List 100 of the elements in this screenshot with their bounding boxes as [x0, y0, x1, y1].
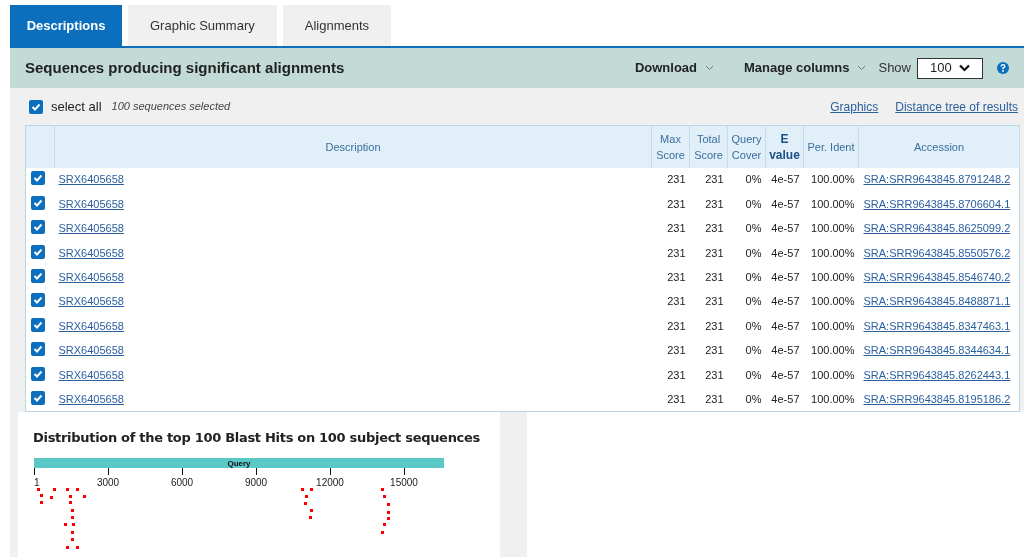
- table-cell: 0%: [745, 246, 762, 259]
- column-header[interactable]: Per. Ident: [803, 125, 859, 168]
- table-cell: 231: [667, 368, 686, 381]
- table-cell: 4e-57: [771, 295, 800, 308]
- chevron-icon: [705, 65, 714, 71]
- table-cell: 4e-57: [771, 197, 800, 210]
- table-cell: 0%: [745, 222, 762, 235]
- description-link[interactable]: SRX6405658: [58, 222, 124, 235]
- accession-link[interactable]: SRA:SRR9643845.8706604.1: [863, 197, 1011, 210]
- table-cell: 100.00%: [811, 246, 855, 259]
- table-cell: 231: [705, 319, 724, 332]
- table-cell: 100.00%: [811, 368, 855, 381]
- download-menu[interactable]: Download: [634, 58, 714, 78]
- table-cell: 231: [705, 295, 724, 308]
- table-cell: 0%: [745, 319, 762, 332]
- table-cell: 100.00%: [811, 392, 855, 405]
- row-checkbox[interactable]: [31, 342, 45, 357]
- select-all-label: select all: [51, 97, 102, 116]
- table-cell: 4e-57: [771, 222, 800, 235]
- accession-link[interactable]: SRA:SRR9643845.8262443.1: [863, 368, 1011, 381]
- axis-label: 6000: [170, 475, 194, 490]
- accession-link[interactable]: SRA:SRR9643845.8488871.1: [863, 295, 1011, 308]
- axis-tick: [256, 467, 257, 475]
- accession-link[interactable]: SRA:SRR9643845.8546740.2: [863, 271, 1011, 283]
- table-cell: 100.00%: [811, 222, 855, 235]
- table-cell: 4e-57: [771, 368, 800, 381]
- table-cell: 231: [705, 197, 724, 210]
- accession-link[interactable]: SRA:SRR9643845.8344634.1: [863, 344, 1011, 357]
- table-cell: 100.00%: [811, 319, 855, 332]
- distribution-title: Distribution of the top 100 Blast Hits on 100 subject sequences: [33, 429, 481, 447]
- row-checkbox[interactable]: [31, 293, 45, 308]
- axis-tick: [108, 467, 109, 475]
- table-cell: 231: [667, 344, 686, 357]
- column-header[interactable]: Max Score: [651, 125, 690, 168]
- description-link[interactable]: SRX6405658: [58, 295, 124, 308]
- table-cell: 231: [705, 246, 724, 259]
- table-cell: 100.00%: [811, 173, 855, 186]
- table-cell: 231: [667, 246, 686, 259]
- row-checkbox[interactable]: [31, 269, 45, 283]
- column-header[interactable]: Query Cover: [727, 125, 766, 168]
- table-cell: 4e-57: [771, 246, 800, 259]
- tab[interactable]: Descriptions: [10, 5, 122, 46]
- row-checkbox[interactable]: [31, 317, 45, 332]
- row-checkbox[interactable]: [31, 171, 45, 186]
- accession-link[interactable]: SRA:SRR9643845.8550576.2: [863, 246, 1011, 259]
- row-checkbox[interactable]: [31, 195, 45, 210]
- show-select[interactable]: 100: [917, 57, 983, 79]
- table-cell: 231: [705, 392, 724, 405]
- row-checkbox[interactable]: [31, 220, 45, 235]
- row-checkbox[interactable]: [31, 366, 45, 381]
- table-cell: 0%: [745, 173, 762, 186]
- table-cell: 231: [667, 197, 686, 210]
- table-cell: 231: [667, 271, 686, 283]
- column-header[interactable]: Total Score: [689, 125, 728, 168]
- description-link[interactable]: SRX6405658: [58, 197, 124, 210]
- axis-label: 1: [34, 475, 40, 490]
- accession-link[interactable]: SRA:SRR9643845.8195186.2: [863, 392, 1011, 405]
- description-link[interactable]: SRX6405658: [58, 368, 124, 381]
- table-cell: 231: [667, 295, 686, 308]
- table-cell: 231: [667, 392, 686, 405]
- axis-tick: [404, 467, 405, 475]
- accession-link[interactable]: SRA:SRR9643845.8347463.1: [863, 319, 1011, 332]
- table-cell: 231: [705, 271, 724, 283]
- results-link[interactable]: Graphics: [830, 97, 879, 116]
- table-cell: 100.00%: [811, 197, 855, 210]
- table-cell: 231: [667, 222, 686, 235]
- tab[interactable]: Alignments: [282, 5, 392, 46]
- description-link[interactable]: SRX6405658: [58, 271, 124, 283]
- table-cell: 231: [705, 222, 724, 235]
- table-cell: 0%: [745, 295, 762, 308]
- description-link[interactable]: SRX6405658: [58, 392, 124, 405]
- description-link[interactable]: SRX6405658: [58, 319, 124, 332]
- section-title: Sequences producing significant alignments: [25, 57, 346, 78]
- tab[interactable]: Graphic Summary: [128, 5, 277, 46]
- description-link[interactable]: SRX6405658: [58, 246, 124, 259]
- description-link[interactable]: SRX6405658: [58, 344, 124, 357]
- table-cell: 4e-57: [771, 173, 800, 186]
- table-cell: 100.00%: [811, 295, 855, 308]
- table-cell: 231: [705, 173, 724, 186]
- column-header[interactable]: Description: [54, 125, 652, 168]
- show-label: Show: [878, 59, 911, 78]
- table-cell: 0%: [745, 197, 762, 210]
- column-header[interactable]: Accession: [858, 125, 1020, 168]
- row-checkbox[interactable]: [31, 390, 45, 405]
- table-cell: 231: [705, 344, 724, 357]
- column-header[interactable]: E value: [765, 125, 804, 168]
- axis-label: 9000: [244, 475, 268, 490]
- chevron-icon: [959, 64, 970, 72]
- results-link[interactable]: Distance tree of results: [895, 97, 1018, 116]
- accession-link[interactable]: SRA:SRR9643845.8625099.2: [863, 222, 1011, 235]
- table-cell: 231: [705, 368, 724, 381]
- description-link[interactable]: SRX6405658: [58, 173, 124, 186]
- row-checkbox[interactable]: [31, 244, 45, 259]
- select-all-checkbox[interactable]: [29, 99, 43, 114]
- table-cell: 100.00%: [811, 344, 855, 357]
- manage-columns-menu[interactable]: Manage columns: [744, 58, 867, 78]
- axis-label: 12000: [316, 475, 344, 490]
- accession-link[interactable]: SRA:SRR9643845.8791248.2: [863, 173, 1011, 186]
- chevron-icon: [857, 65, 867, 71]
- help-icon[interactable]: [997, 62, 1009, 74]
